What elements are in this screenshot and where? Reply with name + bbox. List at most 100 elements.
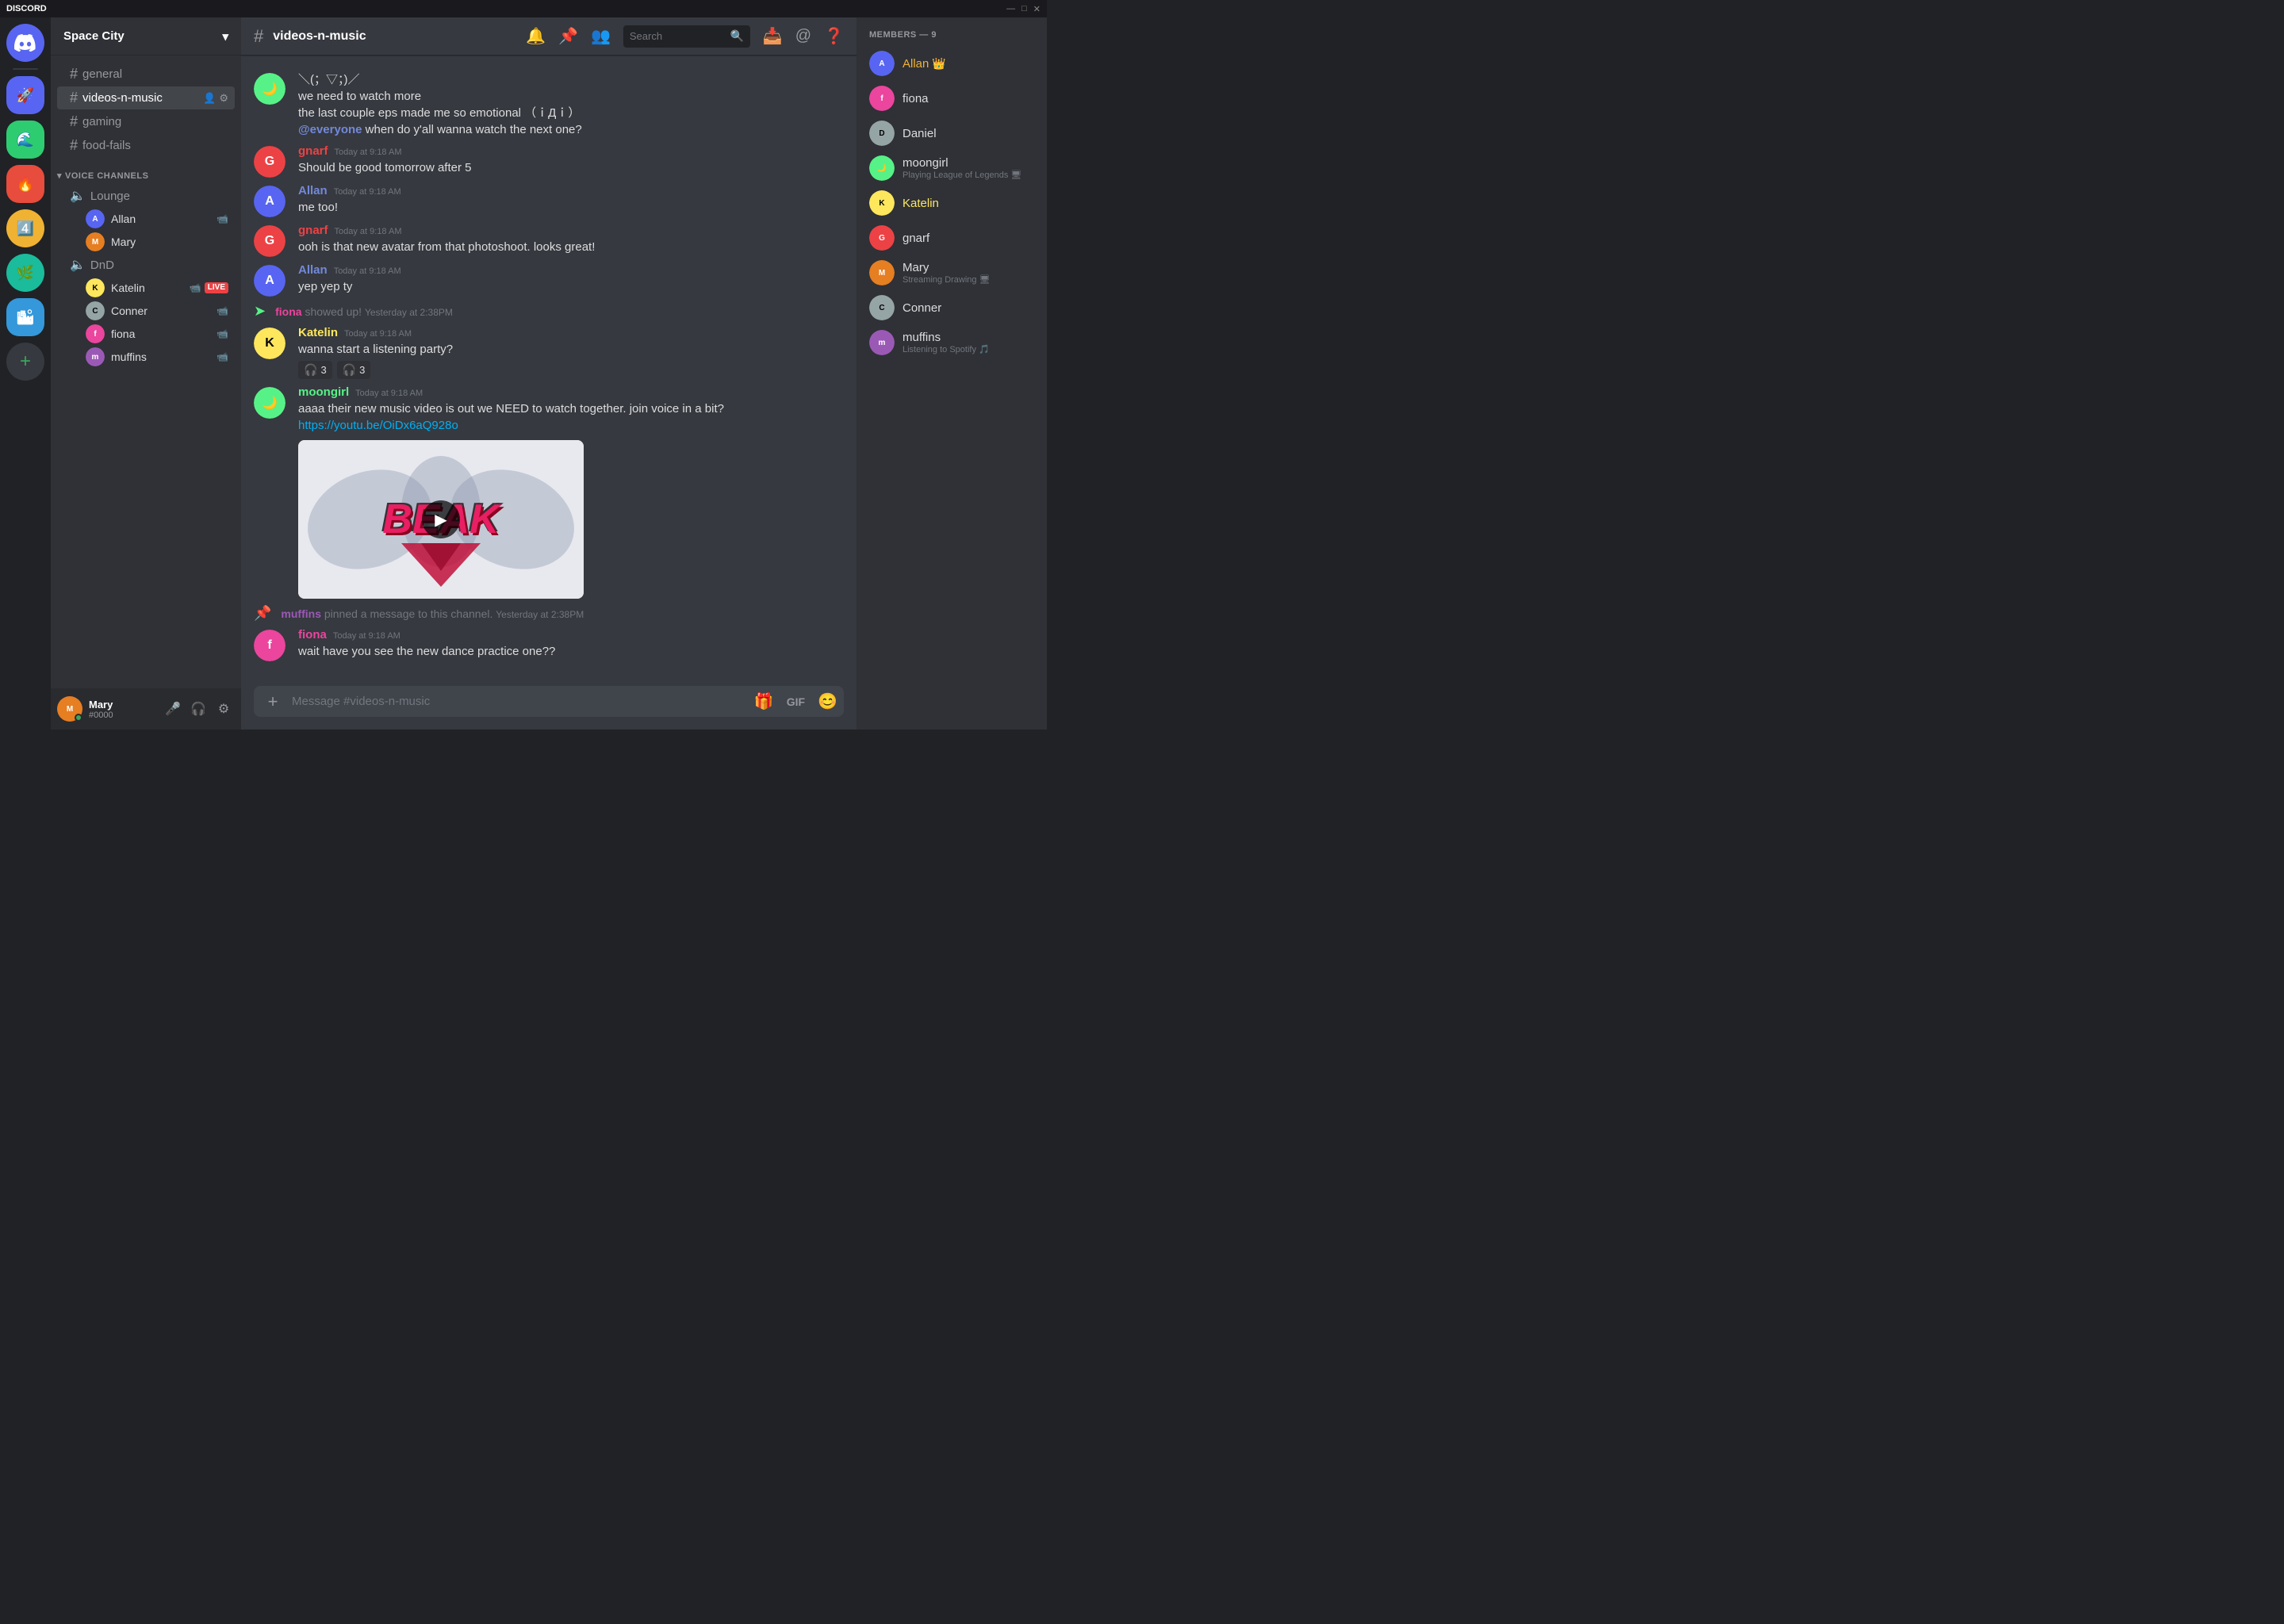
msg-author-gnarf-1[interactable]: gnarf: [298, 144, 328, 158]
system-action-muffins: pinned a message to this channel.: [324, 607, 492, 620]
minimize-btn[interactable]: —: [1006, 4, 1015, 14]
settings-icon[interactable]: ⚙: [219, 92, 228, 105]
reaction-count-1: 3: [320, 364, 326, 376]
member-info-daniel: Daniel: [902, 127, 937, 140]
user-info: Mary #0000: [89, 699, 155, 720]
window-controls[interactable]: — □ ✕: [1006, 4, 1040, 14]
voice-member-muffins[interactable]: m muffins 📹: [57, 346, 235, 368]
member-name-gnarf: gnarf: [902, 232, 929, 245]
server-icon-5[interactable]: 🌿: [6, 254, 44, 292]
server-dropdown-icon[interactable]: ▾: [222, 29, 228, 44]
msg-timestamp-fiona: Today at 9:18 AM: [333, 631, 400, 641]
help-icon[interactable]: ❓: [824, 26, 844, 46]
voice-member-name-katelin: Katelin: [111, 282, 145, 294]
add-member-icon[interactable]: 👤: [203, 92, 216, 105]
server-icon-4[interactable]: 4️⃣: [6, 209, 44, 247]
msg-text-moongirl-2: aaaa their new music video is out we NEE…: [298, 400, 844, 434]
msg-author-katelin[interactable]: Katelin: [298, 326, 338, 339]
server-icon-home[interactable]: [6, 24, 44, 62]
youtube-link[interactable]: https://youtu.be/OiDx6aQ928o: [298, 419, 458, 432]
system-text-muffins: muffins pinned a message to this channel…: [281, 607, 584, 620]
video-thumbnail: BEAK ▶: [298, 440, 584, 599]
system-author-fiona[interactable]: fiona: [275, 305, 301, 318]
channel-item-food-fails[interactable]: # food-fails: [57, 134, 235, 157]
channel-name-food-fails: food-fails: [82, 139, 131, 152]
channel-item-videos-n-music[interactable]: # videos-n-music 👤 ⚙: [57, 86, 235, 109]
user-area: M Mary #0000 🎤 🎧 ⚙: [51, 688, 241, 730]
voice-channel-dnd[interactable]: 🔈 DnD: [57, 254, 235, 276]
message-input[interactable]: [292, 686, 748, 717]
member-activity-moongirl: Playing League of Legends 🖥: [902, 170, 1021, 180]
member-avatar-gnarf-sidebar: G: [869, 225, 895, 251]
video-embed[interactable]: BEAK ▶: [298, 440, 584, 599]
search-input[interactable]: [630, 30, 724, 42]
msg-author-fiona[interactable]: fiona: [298, 628, 327, 642]
hash-icon: #: [70, 66, 78, 82]
add-attachment-button[interactable]: +: [260, 689, 286, 714]
member-item-gnarf[interactable]: G gnarf: [863, 220, 1040, 255]
msg-author-moongirl-2[interactable]: moongirl: [298, 385, 349, 399]
voice-category: ▾ VOICE CHANNELS: [51, 158, 241, 184]
msg-text-allan-1: me too!: [298, 199, 844, 216]
reaction-headphones-1[interactable]: 🎧 3: [298, 361, 332, 379]
server-icon-space-city[interactable]: 🏙: [6, 298, 44, 336]
gift-icon[interactable]: 🎁: [754, 691, 774, 711]
server-icon-3[interactable]: 🔥: [6, 165, 44, 203]
voice-member-katelin[interactable]: K Katelin 📹 LIVE: [57, 277, 235, 299]
play-button[interactable]: ▶: [422, 500, 460, 538]
msg-content-moongirl-2: moongirl Today at 9:18 AM aaaa their new…: [298, 385, 844, 599]
server-icon-1[interactable]: 🚀: [6, 76, 44, 114]
voice-member-name-conner: Conner: [111, 304, 148, 317]
search-box[interactable]: 🔍: [623, 25, 750, 48]
deafen-button[interactable]: 🎧: [187, 698, 209, 720]
msg-content-allan-2: Allan Today at 9:18 AM yep yep ty: [298, 263, 844, 297]
pin-icon[interactable]: 📌: [558, 26, 578, 46]
channel-item-gaming[interactable]: # gaming: [57, 110, 235, 133]
channel-item-general[interactable]: # general: [57, 63, 235, 86]
mention-icon[interactable]: @: [795, 27, 811, 45]
member-item-katelin-sidebar[interactable]: K Katelin: [863, 186, 1040, 220]
system-timestamp-fiona: Yesterday at 2:38PM: [365, 307, 453, 318]
voice-member-mary[interactable]: M Mary: [57, 231, 235, 253]
system-author-muffins[interactable]: muffins: [281, 607, 321, 620]
add-server-button[interactable]: +: [6, 343, 44, 381]
close-btn[interactable]: ✕: [1033, 4, 1040, 14]
voice-member-icons-fiona: 📹: [217, 328, 228, 339]
msg-header-gnarf-2: gnarf Today at 9:18 AM: [298, 224, 844, 237]
msg-author-allan-2[interactable]: Allan: [298, 263, 328, 277]
msg-content-moongirl-1: ＼(；▽；)／ we need to watch more the last c…: [298, 71, 844, 138]
gif-icon[interactable]: GIF: [784, 694, 808, 710]
msg-text-fiona: wait have you see the new dance practice…: [298, 643, 844, 660]
voice-channel-lounge[interactable]: 🔈 Lounge: [57, 185, 235, 207]
mute-button[interactable]: 🎤: [162, 698, 184, 720]
channel-name-videos: videos-n-music: [82, 91, 163, 105]
mention-everyone: @everyone: [298, 123, 362, 136]
member-item-allan[interactable]: A Allan 👑: [863, 46, 1040, 81]
server-header[interactable]: Space City ▾: [51, 17, 241, 56]
member-avatar-conner-sidebar: C: [869, 295, 895, 320]
member-item-daniel[interactable]: D Daniel: [863, 116, 1040, 151]
maximize-btn[interactable]: □: [1021, 4, 1027, 14]
msg-author-gnarf-2[interactable]: gnarf: [298, 224, 328, 237]
inbox-icon[interactable]: 📥: [763, 26, 783, 46]
emoji-icon[interactable]: 😊: [818, 691, 837, 711]
reaction-headphones-2[interactable]: 🎧 3: [337, 361, 371, 379]
msg-author-allan-1[interactable]: Allan: [298, 184, 328, 197]
member-item-muffins[interactable]: m muffins Listening to Spotify 🎵: [863, 325, 1040, 360]
category-collapse-icon[interactable]: ▾: [57, 170, 62, 181]
member-item-fiona[interactable]: f fiona: [863, 81, 1040, 116]
member-avatar-allan: A: [86, 209, 105, 228]
member-item-mary-sidebar[interactable]: M Mary Streaming Drawing 🖥: [863, 255, 1040, 290]
member-avatar-katelin-sidebar: K: [869, 190, 895, 216]
member-info-katelin: Katelin: [902, 197, 939, 210]
voice-member-conner[interactable]: C Conner 📹: [57, 300, 235, 322]
member-item-conner[interactable]: C Conner: [863, 290, 1040, 325]
notifications-icon[interactable]: 🔔: [526, 26, 546, 46]
msg-text-moongirl-1: ＼(；▽；)／ we need to watch more the last c…: [298, 71, 844, 138]
voice-member-allan[interactable]: A Allan 📹: [57, 208, 235, 230]
voice-member-fiona[interactable]: f fiona 📹: [57, 323, 235, 345]
member-item-moongirl[interactable]: 🌙 moongirl Playing League of Legends 🖥: [863, 151, 1040, 186]
server-icon-2[interactable]: 🌊: [6, 121, 44, 159]
user-settings-button[interactable]: ⚙: [213, 698, 235, 720]
members-icon[interactable]: 👥: [591, 26, 611, 46]
